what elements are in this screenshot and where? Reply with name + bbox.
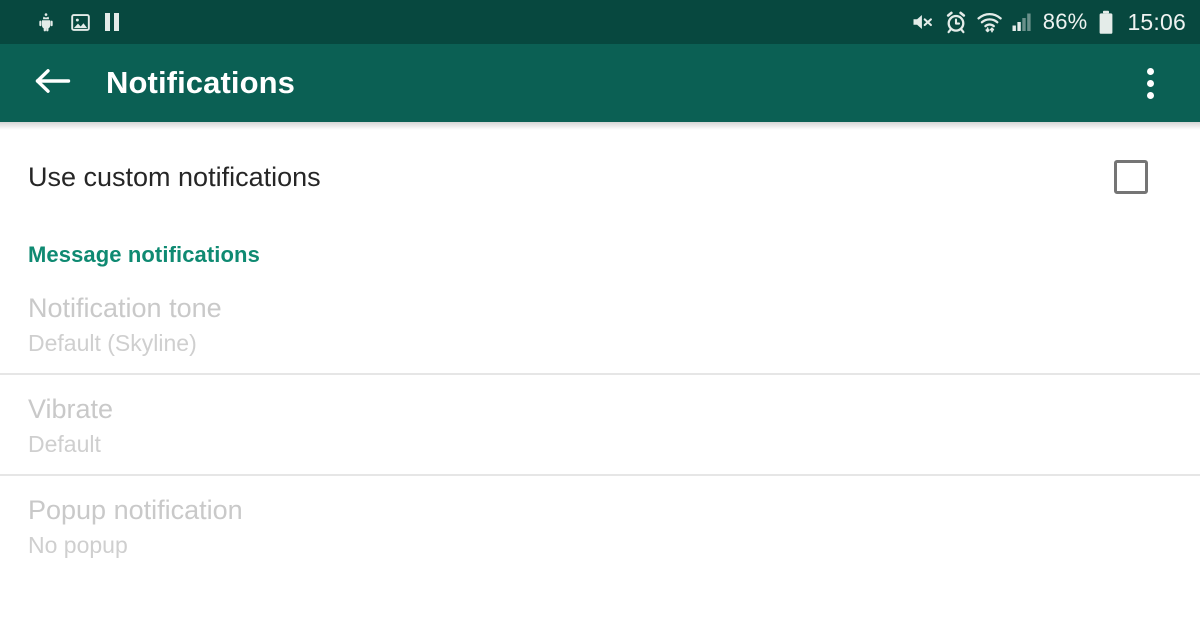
media-pause-icon: [105, 13, 119, 31]
status-bar: 86% 15:06: [0, 0, 1200, 44]
usb-debugging-icon: [36, 11, 56, 33]
wifi-icon: [977, 11, 1003, 33]
more-vertical-icon-dot: [1147, 68, 1154, 75]
pref-summary: No popup: [28, 531, 1172, 559]
screenshot-image-icon: [70, 12, 91, 33]
alarm-clock-icon: [944, 10, 968, 34]
app-toolbar: Notifications: [0, 44, 1200, 122]
page-title: Notifications: [106, 65, 1122, 101]
pref-vibrate[interactable]: Vibrate Default: [0, 375, 1200, 474]
pref-notification-tone[interactable]: Notification tone Default (Skyline): [0, 274, 1200, 373]
volume-mute-icon: [910, 10, 935, 34]
more-vertical-icon-dot: [1147, 92, 1154, 99]
toolbar-shadow: [0, 122, 1200, 130]
pref-popup-notification[interactable]: Popup notification No popup: [0, 476, 1200, 575]
status-bar-right-icons: 86% 15:06: [910, 10, 1186, 35]
back-button[interactable]: [26, 56, 80, 110]
status-bar-clock: 15:06: [1127, 11, 1186, 34]
pref-title: Popup notification: [28, 494, 1172, 527]
use-custom-notifications-checkbox[interactable]: [1114, 160, 1148, 194]
use-custom-notifications-label: Use custom notifications: [28, 161, 321, 193]
pref-summary: Default (Skyline): [28, 329, 1172, 357]
pref-summary: Default: [28, 430, 1172, 458]
battery-percent-label: 86%: [1043, 11, 1088, 33]
use-custom-notifications-row[interactable]: Use custom notifications: [0, 134, 1200, 220]
battery-full-icon: [1098, 10, 1114, 35]
arrow-left-icon: [34, 66, 72, 101]
status-bar-left-icons: [36, 11, 119, 33]
more-vertical-icon-dot: [1147, 80, 1154, 87]
pref-title: Notification tone: [28, 292, 1172, 325]
section-header-message-notifications: Message notifications: [0, 220, 1200, 274]
overflow-menu-button[interactable]: [1122, 55, 1178, 111]
settings-content: Use custom notifications Message notific…: [0, 130, 1200, 575]
cellular-signal-icon: [1012, 11, 1034, 33]
pref-title: Vibrate: [28, 393, 1172, 426]
